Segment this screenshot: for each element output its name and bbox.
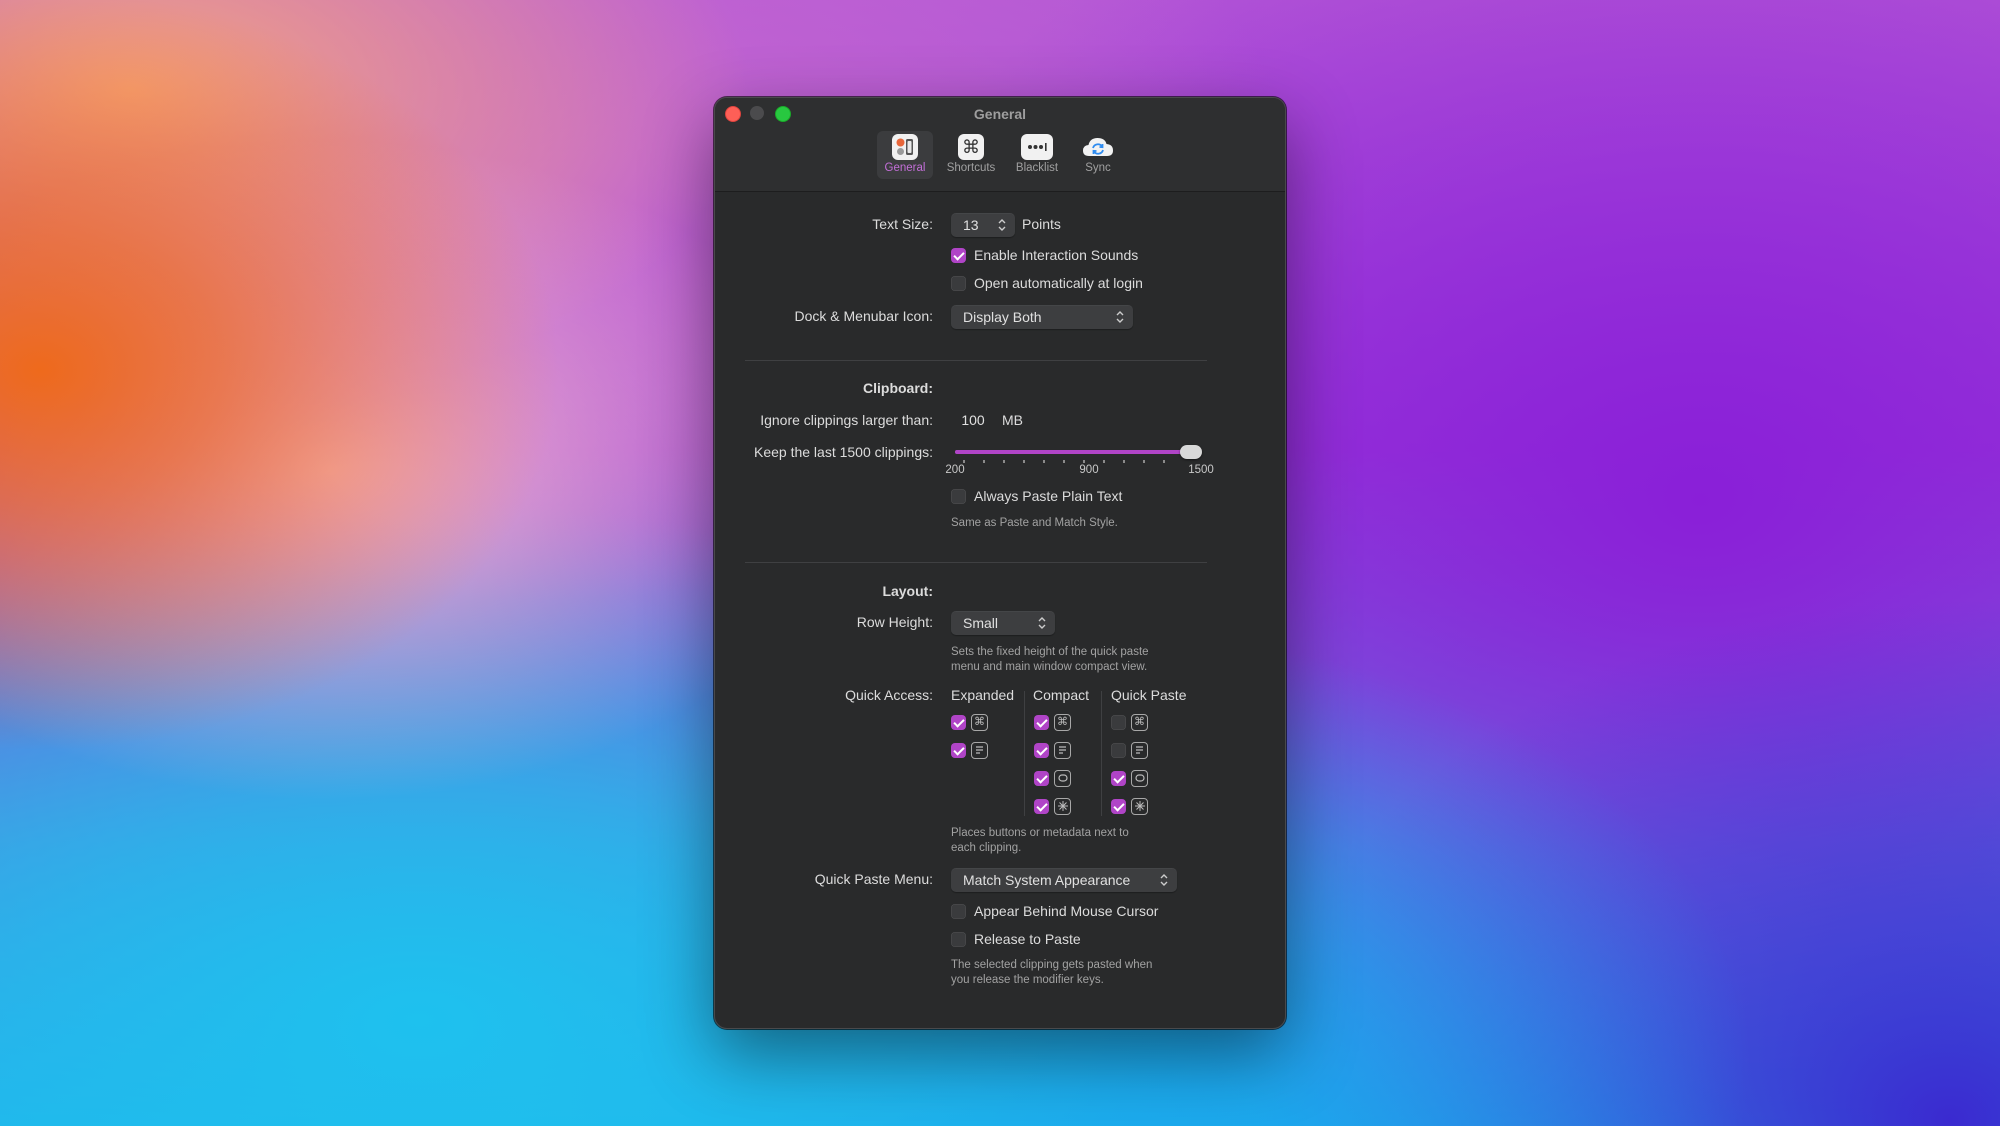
slider-tick: [1163, 460, 1165, 463]
quick-paste-command-checkbox[interactable]: [1111, 715, 1126, 730]
quick-access-label: Quick Access:: [845, 687, 933, 703]
compact-note-checkbox[interactable]: [1034, 743, 1049, 758]
quick-paste-app-checkbox[interactable]: [1111, 799, 1126, 814]
release-note-line-2: you release the modifier keys.: [951, 974, 1104, 986]
behind-cursor-checkbox[interactable]: [951, 904, 966, 919]
tab-shortcuts[interactable]: ⌘ Shortcuts: [941, 131, 1001, 179]
clipboard-section-label: Clipboard:: [863, 380, 933, 396]
slider-tick: [1023, 460, 1025, 463]
slider-tick: [983, 460, 985, 463]
keep-clippings-slider-knob[interactable]: [1180, 445, 1202, 459]
app-source-icon: [1054, 798, 1071, 815]
row-height-note-line-1: Sets the fixed height of the quick paste: [951, 646, 1149, 658]
text-size-unit: Points: [1022, 216, 1061, 232]
note-icon: [1131, 742, 1148, 759]
column-quick-paste: Quick Paste: [1111, 687, 1187, 703]
tab-general-label: General: [884, 162, 926, 174]
quick-paste-menu-select[interactable]: Match System Appearance: [951, 868, 1177, 892]
select-chevrons-icon: [1160, 874, 1168, 886]
row-height-label: Row Height:: [856, 614, 933, 630]
quick-access-note-line-1: Places buttons or metadata next to: [951, 827, 1129, 839]
release-to-paste-checkbox[interactable]: [951, 932, 966, 947]
quick-paste-tag-checkbox[interactable]: [1111, 771, 1126, 786]
expanded-command-checkbox[interactable]: [951, 715, 966, 730]
tab-general[interactable]: General: [877, 131, 933, 179]
text-size-value: 13: [963, 217, 979, 233]
text-size-label: Text Size:: [872, 216, 933, 232]
ignore-size-label: Ignore clippings larger than:: [760, 412, 933, 428]
row-height-value: Small: [963, 615, 999, 631]
note-icon: [1054, 742, 1071, 759]
release-to-paste-label: Release to Paste: [974, 931, 1081, 947]
slider-tick: [1003, 460, 1005, 463]
command-icon: ⌘: [958, 134, 984, 160]
sync-cloud-icon: [1083, 134, 1113, 160]
stepper-chevrons-icon: [998, 219, 1006, 231]
dock-icon-value: Display Both: [963, 309, 1042, 325]
tag-icon: [1054, 770, 1071, 787]
open-login-label: Open automatically at login: [974, 275, 1143, 291]
ignore-size-input[interactable]: 100: [951, 409, 995, 431]
enable-sounds-checkbox[interactable]: [951, 248, 966, 263]
column-compact: Compact: [1033, 687, 1090, 703]
slider-tick: [1043, 460, 1045, 463]
open-login-checkbox[interactable]: [951, 276, 966, 291]
slider-min-label: 200: [945, 464, 965, 476]
section-divider: [745, 562, 1207, 563]
keep-clippings-label: Keep the last 1500 clippings:: [753, 444, 933, 460]
enable-sounds-label: Enable Interaction Sounds: [974, 247, 1139, 263]
slider-tick: [1083, 460, 1085, 463]
app-source-icon: [1131, 798, 1148, 815]
slider-tick: [1143, 460, 1145, 463]
general-icon: [892, 134, 918, 160]
keep-clippings-slider-fill: [955, 450, 1191, 454]
slider-max-label: 1500: [1188, 464, 1214, 476]
tag-icon: [1131, 770, 1148, 787]
select-chevrons-icon: [1116, 311, 1124, 323]
column-expanded: Expanded: [951, 687, 1015, 703]
dock-icon-label: Dock & Menubar Icon:: [794, 308, 933, 324]
compact-app-checkbox[interactable]: [1034, 799, 1049, 814]
command-icon: ⌘: [971, 714, 988, 731]
window-title: General: [973, 106, 1027, 122]
quick-paste-menu-label: Quick Paste Menu:: [814, 871, 933, 887]
row-height-note-line-2: menu and main window compact view.: [951, 661, 1148, 673]
blacklist-icon: [1021, 134, 1053, 160]
quick-access-note-line-2: each clipping.: [951, 842, 1022, 854]
title-bar: General General ⌘ Shortcuts Blacklist Sy…: [715, 98, 1285, 192]
tab-blacklist-label: Blacklist: [1015, 162, 1059, 174]
dock-icon-select[interactable]: Display Both: [951, 305, 1133, 329]
tab-blacklist[interactable]: Blacklist: [1007, 131, 1067, 179]
quick-paste-note-checkbox[interactable]: [1111, 743, 1126, 758]
compact-tag-checkbox[interactable]: [1034, 771, 1049, 786]
expanded-note-checkbox[interactable]: [951, 743, 966, 758]
select-chevrons-icon: [1038, 617, 1046, 629]
behind-cursor-label: Appear Behind Mouse Cursor: [974, 903, 1159, 919]
column-separator: [1101, 691, 1102, 816]
layout-section-label: Layout:: [882, 583, 933, 599]
quick-paste-menu-value: Match System Appearance: [963, 872, 1131, 888]
release-note-line-1: The selected clipping gets pasted when: [951, 959, 1153, 971]
slider-tick: [1103, 460, 1105, 463]
ignore-size-unit: MB: [1002, 412, 1023, 428]
compact-command-checkbox[interactable]: [1034, 715, 1049, 730]
command-icon: ⌘: [1054, 714, 1071, 731]
slider-tick: [1123, 460, 1125, 463]
text-size-stepper[interactable]: 13: [951, 213, 1015, 237]
note-icon: [971, 742, 988, 759]
column-separator: [1024, 691, 1025, 816]
section-divider: [745, 360, 1207, 361]
tab-shortcuts-label: Shortcuts: [946, 162, 996, 174]
slider-tick: [1063, 460, 1065, 463]
plain-text-checkbox[interactable]: [951, 489, 966, 504]
plain-text-note: Same as Paste and Match Style.: [951, 517, 1118, 529]
tab-sync[interactable]: Sync: [1073, 131, 1123, 179]
row-height-select[interactable]: Small: [951, 611, 1055, 635]
preferences-window: General General ⌘ Shortcuts Blacklist Sy…: [714, 97, 1286, 1029]
plain-text-label: Always Paste Plain Text: [974, 488, 1123, 504]
slider-mid-label: 900: [1079, 464, 1099, 476]
slider-tick: [963, 460, 965, 463]
tab-sync-label: Sync: [1085, 162, 1111, 174]
command-icon: ⌘: [1131, 714, 1148, 731]
